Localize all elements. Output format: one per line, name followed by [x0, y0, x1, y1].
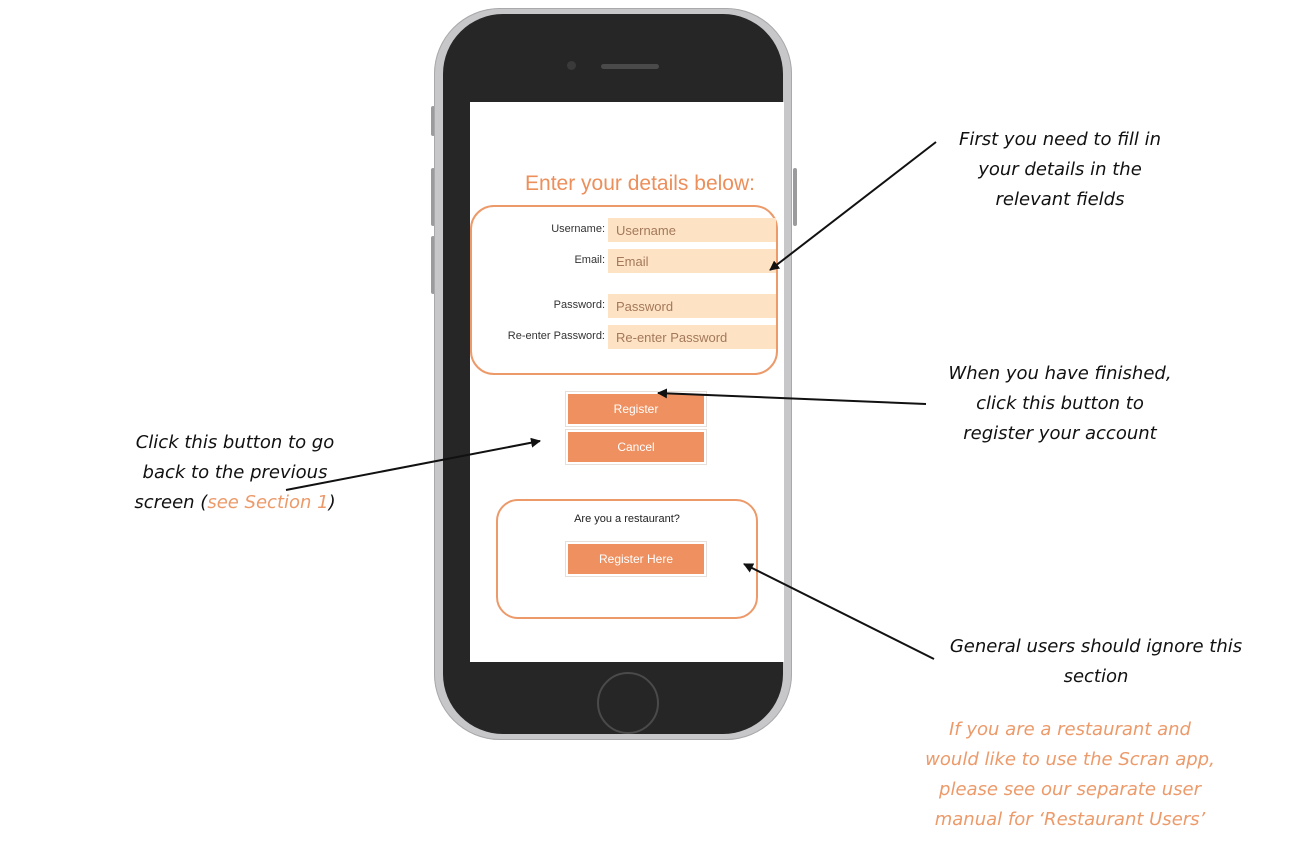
annotation-ignore: General users should ignore this section	[896, 632, 1296, 692]
annotation-finished-line-2: click this button to	[976, 393, 1144, 414]
annotation-cancel: Click this button to go back to the prev…	[90, 428, 380, 518]
see-section-1-link[interactable]: see Section 1	[207, 492, 328, 513]
annotation-cancel-line-2: back to the previous	[142, 462, 328, 483]
annotation-ignore-line-2: section	[1063, 666, 1129, 687]
annotation-finished-line-3: register your account	[963, 423, 1157, 444]
annotation-fill-in-line-3: relevant fields	[995, 189, 1125, 210]
annotation-cancel-line-3: screen (see Section 1)	[90, 488, 380, 518]
annotation-fill-in-line-1: First you need to fill in	[959, 129, 1161, 150]
annotation-cancel-prefix: screen (	[134, 492, 208, 513]
annotation-restaurant-info-line-2: would like to use the Scran app,	[925, 749, 1215, 770]
annotation-ignore-line-1: General users should ignore this	[949, 636, 1243, 657]
annotation-fill-in: First you need to fill in your details i…	[880, 125, 1240, 215]
annotation-finished: When you have finished, click this butto…	[880, 359, 1240, 449]
annotation-restaurant-info-line-4: manual for ‘Restaurant Users’	[934, 809, 1206, 830]
annotation-restaurant-info-line-1: If you are a restaurant and	[949, 719, 1191, 740]
annotation-fill-in-line-2: your details in the	[978, 159, 1142, 180]
annotation-cancel-suffix: )	[328, 492, 336, 513]
annotation-cancel-line-1: Click this button to go	[135, 432, 335, 453]
annotation-restaurant-info-line-3: please see our separate user	[939, 779, 1201, 800]
annotation-restaurant-info: If you are a restaurant and would like t…	[880, 715, 1260, 835]
annotation-finished-line-1: When you have finished,	[948, 363, 1172, 384]
